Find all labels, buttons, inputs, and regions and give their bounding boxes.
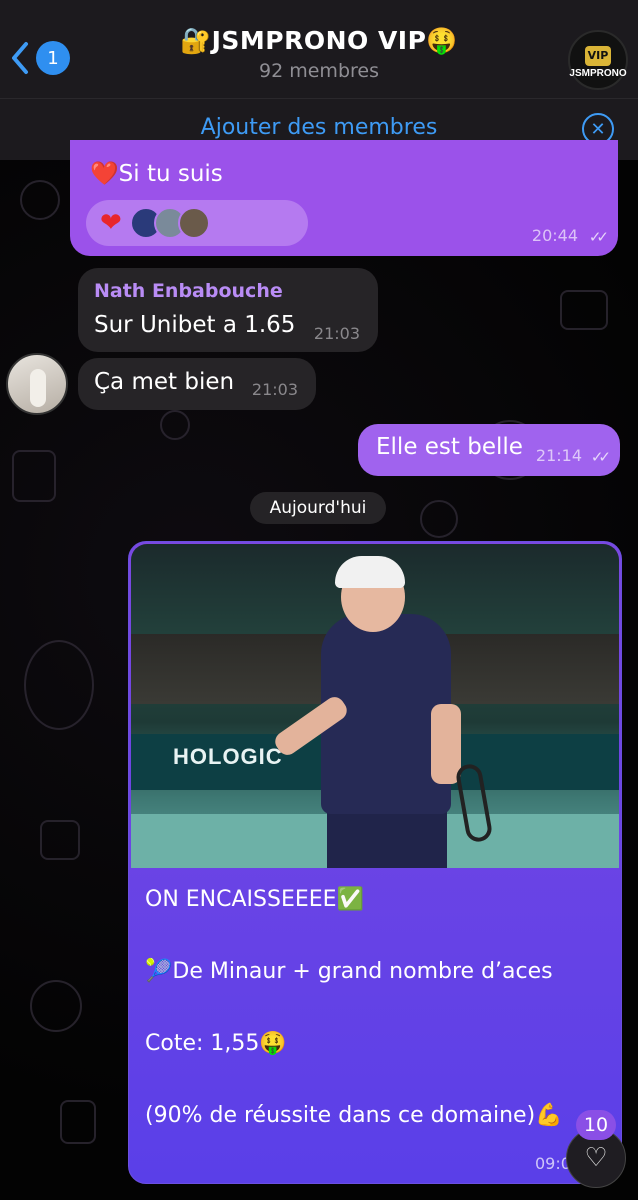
reactor-avatar — [177, 207, 210, 239]
message-text: Sur Unibet a 1.65 — [94, 312, 296, 338]
message-text: ❤️Si tu suis — [90, 161, 223, 187]
message-time: 21:03 — [251, 380, 298, 399]
read-check-icon: ✓✓ — [588, 228, 609, 246]
caption-line: 🎾De Minaur + grand nombre d’aces — [145, 959, 553, 984]
caption-line: ON ENCAISSEEEE✅ — [145, 887, 364, 912]
message-bubble-outgoing[interactable]: Elle est belle 21:14 ✓✓ — [358, 424, 620, 476]
caption-line: (90% de réussite dans ce domaine)💪 — [145, 1103, 563, 1128]
reaction-avatars — [129, 207, 210, 239]
tennis-player-photo[interactable]: HOLOGIC — [131, 544, 619, 868]
add-members-button[interactable]: Ajouter des membres — [0, 115, 638, 140]
banner-logo-text: HOLOGIC — [173, 744, 283, 769]
read-check-icon: ✓✓ — [590, 448, 611, 466]
message-bubble-incoming[interactable]: Ça met bien 21:03 — [78, 358, 316, 410]
vip-lock-icon: VIP — [585, 45, 611, 66]
message-time: 21:03 — [313, 324, 360, 343]
post-caption: ON ENCAISSEEEE✅ 🎾De Minaur + grand nombr… — [145, 882, 615, 1170]
sender-name[interactable]: Nath Enbabouche — [94, 280, 283, 302]
message-bubble-outgoing[interactable]: ❤️Si tu suis ❤ 20:44 ✓✓ — [70, 140, 618, 256]
reaction-bar[interactable]: ❤ — [86, 200, 308, 246]
message-time: 20:44 — [531, 226, 578, 245]
unread-reactions-badge[interactable]: 10 — [576, 1110, 616, 1140]
sender-avatar[interactable] — [6, 353, 68, 415]
member-count: 92 membres — [259, 60, 379, 82]
group-avatar-label: JSMPRONO — [569, 67, 627, 79]
day-separator: Aujourd'hui — [250, 492, 386, 524]
heart-reaction-icon: ❤ — [100, 208, 122, 238]
caption-line: Cote: 1,55🤑 — [145, 1031, 287, 1056]
chat-title: 🔐JSMPRONO VIP🤑 — [179, 26, 459, 55]
message-text: Ça met bien — [94, 369, 235, 395]
message-text: Elle est belle — [376, 434, 523, 460]
chat-title-area[interactable]: 🔐JSMPRONO VIP🤑 92 membres — [0, 26, 638, 82]
message-time: 21:14 — [535, 446, 582, 465]
message-bubble-incoming[interactable]: Nath Enbabouche Sur Unibet a 1.65 21:03 — [78, 268, 378, 352]
player-shape — [335, 556, 405, 588]
chat-header: 1 🔐JSMPRONO VIP🤑 92 membres VIP JSMPRONO — [0, 0, 638, 98]
group-avatar[interactable]: VIP JSMPRONO — [568, 30, 628, 90]
message-bubble-photo-post[interactable]: HOLOGIC ON ENCAISSEEEE✅ 🎾De Minaur + gra… — [128, 541, 622, 1184]
